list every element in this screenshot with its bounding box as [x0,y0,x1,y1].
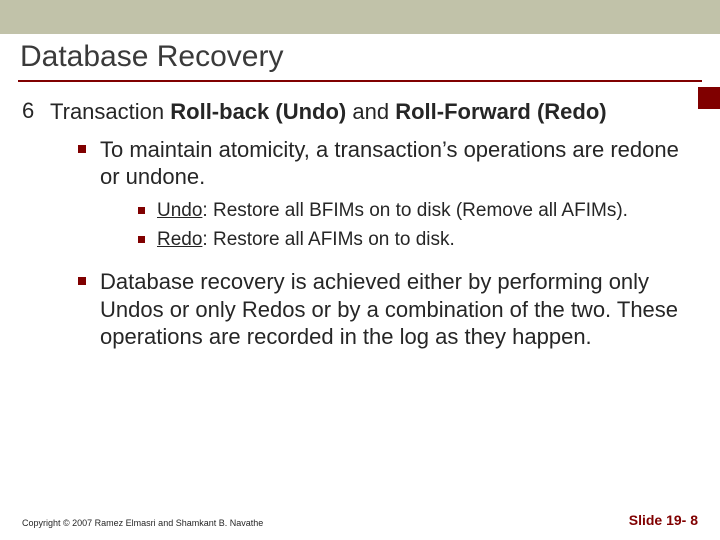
numbered-item: 6 Transaction Roll-back (Undo) and Roll-… [22,98,698,126]
bullet-square-icon [78,277,86,285]
bullet-square-icon [78,145,86,153]
footer: Copyright © 2007 Ramez Elmasri and Shamk… [0,512,720,528]
lvl2-text-a: Undo: Restore all BFIMs on to disk (Remo… [157,199,628,223]
accent-square [698,87,720,109]
title-area: Database Recovery [0,34,720,80]
lvl1-text-a: To maintain atomicity, a transaction’s o… [100,136,698,191]
list-item: To maintain atomicity, a transaction’s o… [78,136,698,261]
list-item: Redo: Restore all AFIMs on to disk. [138,228,698,252]
lvl1-text-b: Database recovery is achieved either by … [100,268,698,351]
bullet-square-icon [138,207,145,214]
level2-list: Undo: Restore all BFIMs on to disk (Remo… [100,199,698,253]
undo-label: Undo [157,200,202,221]
undo-rest: : Restore all BFIMs on to disk (Remove a… [202,200,628,221]
heading-bold-1: Roll-back (Undo) [170,99,346,124]
redo-rest: : Restore all AFIMs on to disk. [202,229,454,250]
item-heading: Transaction Roll-back (Undo) and Roll-Fo… [50,98,607,126]
copyright-text: Copyright © 2007 Ramez Elmasri and Shamk… [22,518,263,528]
content-area: 6 Transaction Roll-back (Undo) and Roll-… [0,82,720,351]
slide-number: Slide 19- 8 [629,512,698,528]
bullet-square-icon [138,236,145,243]
redo-label: Redo [157,229,202,250]
slide-title: Database Recovery [20,40,700,74]
item-number: 6 [22,98,36,124]
heading-pre: Transaction [50,99,170,124]
lvl2-text-b: Redo: Restore all AFIMs on to disk. [157,228,455,252]
top-color-band [0,0,720,34]
heading-mid: and [346,99,395,124]
heading-bold-2: Roll-Forward (Redo) [395,99,606,124]
level1-list: To maintain atomicity, a transaction’s o… [22,136,698,351]
list-item: Database recovery is achieved either by … [78,268,698,351]
list-item: Undo: Restore all BFIMs on to disk (Remo… [138,199,698,223]
